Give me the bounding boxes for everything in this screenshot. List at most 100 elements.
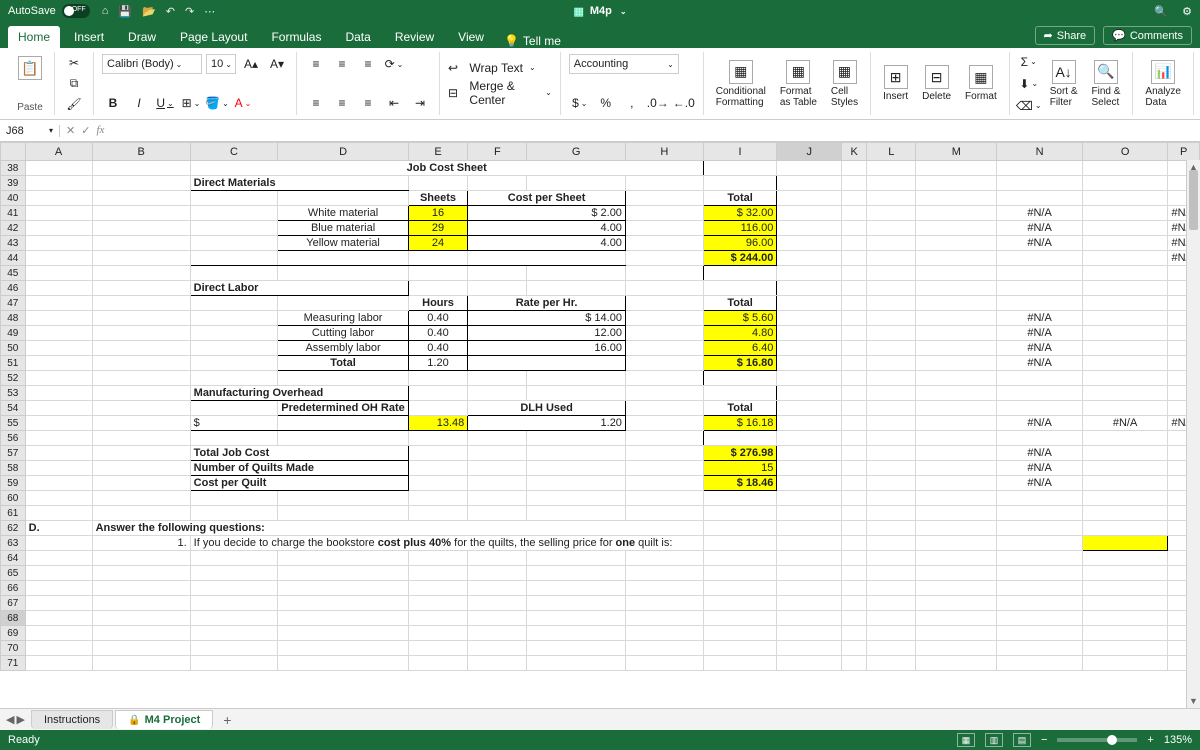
cell-N49[interactable]: #N/A	[997, 326, 1083, 341]
cell-L45[interactable]	[867, 266, 916, 281]
wrap-text-button[interactable]: ↩ Wrap Text⌄	[448, 61, 552, 75]
cancel-formula-icon[interactable]: ✕	[66, 124, 75, 137]
sheet-tab-instructions[interactable]: Instructions	[31, 710, 113, 729]
cell-A59[interactable]	[25, 476, 92, 491]
cell-N47[interactable]	[997, 296, 1083, 311]
share-button[interactable]: ➦Share	[1035, 26, 1096, 45]
cell-H53[interactable]	[625, 386, 703, 401]
cell-M53[interactable]	[916, 386, 997, 401]
cell-H60[interactable]	[625, 491, 703, 506]
column-header-M[interactable]: M	[916, 143, 997, 161]
cell-G53[interactable]	[527, 386, 626, 401]
cell-B71[interactable]	[92, 656, 190, 671]
cell-L43[interactable]	[867, 236, 916, 251]
insert-cells-button[interactable]: ⊞Insert	[879, 63, 912, 104]
cell-N62[interactable]	[997, 521, 1083, 536]
cell-L70[interactable]	[867, 641, 916, 656]
cell-O61[interactable]	[1082, 506, 1168, 521]
row-header-62[interactable]: 62	[1, 521, 26, 536]
cell-F71[interactable]	[468, 656, 527, 671]
cell-C66[interactable]	[190, 581, 278, 596]
row-header-69[interactable]: 69	[1, 626, 26, 641]
cell-I50[interactable]: 6.40	[703, 341, 777, 356]
fill-color-button[interactable]: 🪣⌄	[206, 93, 228, 113]
cell-D50[interactable]: Assembly labor	[278, 341, 408, 356]
cell-C39[interactable]: Direct Materials	[190, 176, 408, 191]
cell-K61[interactable]	[841, 506, 866, 521]
cell-B48[interactable]	[92, 311, 190, 326]
cell-K55[interactable]	[841, 416, 866, 431]
row-header-59[interactable]: 59	[1, 476, 26, 491]
cell-I63[interactable]	[703, 536, 777, 551]
decrease-font-icon[interactable]: A▾	[266, 54, 288, 74]
decrease-indent-icon[interactable]: ⇤	[383, 93, 405, 113]
cell-F46[interactable]	[468, 281, 527, 296]
cell-H61[interactable]	[625, 506, 703, 521]
cell-O40[interactable]	[1082, 191, 1168, 206]
cell-H56[interactable]	[625, 431, 703, 446]
row-header-65[interactable]: 65	[1, 566, 26, 581]
cell-N65[interactable]	[997, 566, 1083, 581]
paste-button[interactable]: 📋	[14, 54, 46, 82]
row-header-58[interactable]: 58	[1, 461, 26, 476]
cell-J50[interactable]	[777, 341, 842, 356]
cell-I62[interactable]	[703, 521, 777, 536]
cell-C40[interactable]	[190, 191, 278, 206]
cell-B42[interactable]	[92, 221, 190, 236]
cell-E51[interactable]: 1.20	[408, 356, 467, 371]
cell-N71[interactable]	[997, 656, 1083, 671]
cell-O51[interactable]	[1082, 356, 1168, 371]
cell-A67[interactable]	[25, 596, 92, 611]
column-header-F[interactable]: F	[468, 143, 527, 161]
cell-F45[interactable]	[468, 266, 527, 281]
spreadsheet-grid[interactable]: ABCDEFGHIJKLMNOP38Job Cost Sheet39Direct…	[0, 142, 1200, 708]
cell-D70[interactable]	[278, 641, 408, 656]
cell-A42[interactable]	[25, 221, 92, 236]
cell-G56[interactable]	[527, 431, 626, 446]
cell-J60[interactable]	[777, 491, 842, 506]
cell-L59[interactable]	[867, 476, 916, 491]
cell-I59[interactable]: $ 18.46	[703, 476, 777, 491]
cell-F65[interactable]	[468, 566, 527, 581]
ribbon-tab-page-layout[interactable]: Page Layout	[170, 26, 257, 48]
row-header-42[interactable]: 42	[1, 221, 26, 236]
cell-L63[interactable]	[867, 536, 916, 551]
cell-L44[interactable]	[867, 251, 916, 266]
zoom-level[interactable]: 135%	[1164, 734, 1192, 746]
align-bottom-icon[interactable]: ≡	[357, 54, 379, 74]
cell-O56[interactable]	[1082, 431, 1168, 446]
cell-L64[interactable]	[867, 551, 916, 566]
cell-M38[interactable]	[916, 161, 997, 176]
cell-D67[interactable]	[278, 596, 408, 611]
format-painter-icon[interactable]: 🖌	[63, 95, 85, 113]
cell-F58[interactable]	[468, 461, 527, 476]
cell-C45[interactable]	[190, 266, 278, 281]
cell-B67[interactable]	[92, 596, 190, 611]
currency-icon[interactable]: $⌄	[569, 93, 591, 113]
normal-view-icon[interactable]: ▦	[957, 733, 975, 747]
select-all-corner[interactable]	[1, 143, 26, 161]
cell-C71[interactable]	[190, 656, 278, 671]
comments-button[interactable]: 💬Comments	[1103, 26, 1192, 45]
cell-B53[interactable]	[92, 386, 190, 401]
cell-H65[interactable]	[625, 566, 703, 581]
cell-E71[interactable]	[408, 656, 467, 671]
cell-I56[interactable]	[703, 431, 777, 446]
font-size-select[interactable]: 10⌄	[206, 54, 236, 74]
cell-K67[interactable]	[841, 596, 866, 611]
cell-C47[interactable]	[190, 296, 278, 311]
cell-L69[interactable]	[867, 626, 916, 641]
cell-I65[interactable]	[703, 566, 777, 581]
cell-E50[interactable]: 0.40	[408, 341, 467, 356]
cell-J39[interactable]	[777, 176, 842, 191]
cell-K53[interactable]	[841, 386, 866, 401]
cell-N68[interactable]	[997, 611, 1083, 626]
cell-F47[interactable]: Rate per Hr.	[468, 296, 626, 311]
row-header-40[interactable]: 40	[1, 191, 26, 206]
cell-F55[interactable]: 1.20	[468, 416, 626, 431]
format-cells-button[interactable]: ▦Format	[961, 63, 1001, 104]
cell-N56[interactable]	[997, 431, 1083, 446]
cell-I64[interactable]	[703, 551, 777, 566]
column-header-C[interactable]: C	[190, 143, 278, 161]
cell-G67[interactable]	[527, 596, 626, 611]
